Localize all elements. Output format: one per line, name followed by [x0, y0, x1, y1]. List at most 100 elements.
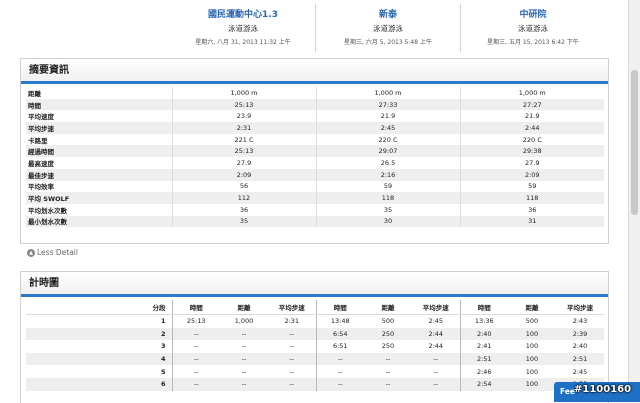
split-cell: --: [412, 377, 460, 391]
summary-cell: 30: [316, 215, 461, 228]
split-cell: 25:13: [171, 314, 220, 328]
lap-number: 1: [160, 317, 166, 326]
summary-cell: 36: [172, 203, 317, 216]
scrollbar-thumb[interactable]: [631, 70, 638, 215]
summary-row-label: 平均效率: [26, 180, 173, 193]
split-cell: --: [220, 352, 268, 366]
vertical-scrollbar[interactable]: [628, 0, 640, 402]
splits-title: 計時圖: [21, 272, 608, 297]
summary-cell: 1,000 m: [172, 87, 317, 99]
summary-row-label: 經過時間: [26, 145, 173, 158]
split-cell: --: [289, 342, 295, 351]
split-cell: 100: [525, 367, 539, 376]
summary-cell: 21.9: [525, 112, 540, 121]
split-cell: 2:40: [459, 327, 508, 341]
activity-date: 星期三, 五月 15, 2013 6:42 下午: [487, 39, 579, 46]
split-cell: 250: [381, 342, 395, 351]
split-column-header: 時間: [315, 300, 364, 315]
activity-date: 星期三, 六月 5, 2013 5:48 上午: [344, 39, 432, 46]
split-cell: 2:44: [428, 342, 444, 351]
split-cell: --: [268, 352, 316, 366]
split-cell: --: [241, 367, 247, 376]
summary-cell: 2:31: [172, 122, 317, 134]
lap-number: 3: [160, 342, 166, 351]
summary-cell: 59: [528, 182, 537, 191]
summary-cell: 21.9: [316, 110, 461, 123]
summary-cell: 1,000 m: [316, 87, 461, 99]
split-cell: 2:46: [459, 365, 508, 378]
summary-cell: 27:27: [460, 98, 604, 111]
split-cell: --: [289, 367, 295, 376]
split-cell: --: [268, 377, 316, 391]
split-cell: --: [412, 352, 460, 366]
split-column-header: 距離: [220, 300, 268, 315]
splits-panel: 計時圖 分段 時間 距離 平均步速 時間 距離 平均步速 時間 距離 平均步速 1 25:13 1,0…: [20, 271, 609, 403]
activity-title-link[interactable]: 國民運動中心1.3: [171, 7, 315, 20]
split-cell: --: [315, 365, 364, 378]
activity-date: 星期六, 八月 31, 2013 11:32 上午: [195, 39, 291, 46]
split-cell: 1,000: [234, 317, 254, 326]
watermark-text: #1100160: [574, 384, 632, 395]
split-cell: --: [171, 340, 220, 353]
activity-title-link[interactable]: 中研院: [461, 7, 605, 20]
split-cell: --: [171, 327, 220, 341]
summary-row-label: 平均步速: [26, 122, 173, 134]
split-cell: 6:51: [315, 340, 364, 353]
summary-cell: 59: [316, 180, 461, 193]
summary-row: 最佳步速 2:09 2:16 2:09: [26, 168, 604, 181]
summary-row: 平均 SWOLF 112 118 118: [26, 192, 604, 204]
less-detail-toggle[interactable]: ▲ Less Detail: [27, 248, 78, 257]
activity-card-3: 中研院 泳道游泳 星期三, 五月 15, 2013 6:42 下午: [461, 4, 605, 52]
summary-title: 摘要資訊: [21, 59, 608, 84]
split-cell: 2:31: [284, 317, 300, 326]
summary-row-label: 最小划水次數: [26, 215, 173, 228]
split-cell: --: [220, 327, 268, 341]
summary-cell: 36: [528, 205, 537, 214]
split-row: 6------------2:541002:53: [26, 377, 604, 391]
comparison-page: 國民運動中心1.3 泳道游泳 星期六, 八月 31, 2013 11:32 上午…: [0, 0, 628, 403]
split-cell: --: [364, 377, 412, 391]
summary-row: 平均划水次數 36 35 36: [26, 203, 604, 216]
split-column-header: 平均步速: [412, 300, 460, 315]
split-cell: 250: [364, 327, 412, 341]
summary-cell: 220 C: [522, 135, 542, 144]
split-cell: 13:36: [459, 314, 508, 328]
collapse-icon: ▲: [27, 249, 35, 257]
less-detail-label: Less Detail: [37, 248, 78, 257]
activity-type: 泳道游泳: [228, 24, 258, 33]
summary-row: 距離 1,000 m 1,000 m 1,000 m: [26, 87, 604, 99]
lap-number: 6: [26, 377, 172, 391]
summary-cell: 23.9: [172, 110, 317, 123]
summary-cell: 2:45: [316, 122, 461, 134]
split-cell: --: [220, 377, 268, 391]
split-cell: 6:54: [315, 327, 364, 341]
splits-table: 分段 時間 距離 平均步速 時間 距離 平均步速 時間 距離 平均步速 1 25:13 1,000 2:…: [26, 300, 604, 391]
summary-cell: 27.9: [525, 158, 540, 167]
summary-row: 平均效率 56 59 59: [26, 180, 604, 193]
split-cell: 2:39: [556, 327, 604, 341]
activity-title-link[interactable]: 新泰: [316, 7, 460, 20]
split-cell: 2:40: [572, 342, 588, 351]
summary-row: 最高速度 27.9 26.5 27.9: [26, 157, 604, 169]
activity-headers: 國民運動中心1.3 泳道游泳 星期六, 八月 31, 2013 11:32 上午…: [171, 4, 605, 54]
summary-cell: 56: [172, 180, 317, 193]
split-cell: 100: [508, 377, 556, 391]
summary-cell: 25:13: [172, 98, 317, 111]
summary-cell: 26.5: [316, 157, 461, 169]
summary-row: 平均步速 2:31 2:45 2:44: [26, 122, 604, 134]
split-cell: 2:51: [459, 352, 508, 366]
summary-cell: 2:09: [172, 168, 317, 181]
split-cell: --: [268, 327, 316, 341]
lap-header: 分段: [26, 300, 172, 315]
summary-row-label: 最佳步速: [26, 168, 173, 181]
summary-cell: 220 C: [316, 133, 461, 146]
summary-row: 時間 25:13 27:33 27:27: [26, 98, 604, 111]
split-column-header: 距離: [364, 300, 412, 315]
split-cell: 500: [381, 317, 395, 326]
summary-cell: 2:16: [316, 168, 461, 181]
summary-row-label: 平均 SWOLF: [26, 192, 173, 204]
summary-row-label: 距離: [26, 87, 173, 99]
summary-row: 經過時間 25:13 29:07 29:38: [26, 145, 604, 158]
split-cell: --: [171, 352, 220, 366]
split-cell: 13:48: [315, 314, 364, 328]
